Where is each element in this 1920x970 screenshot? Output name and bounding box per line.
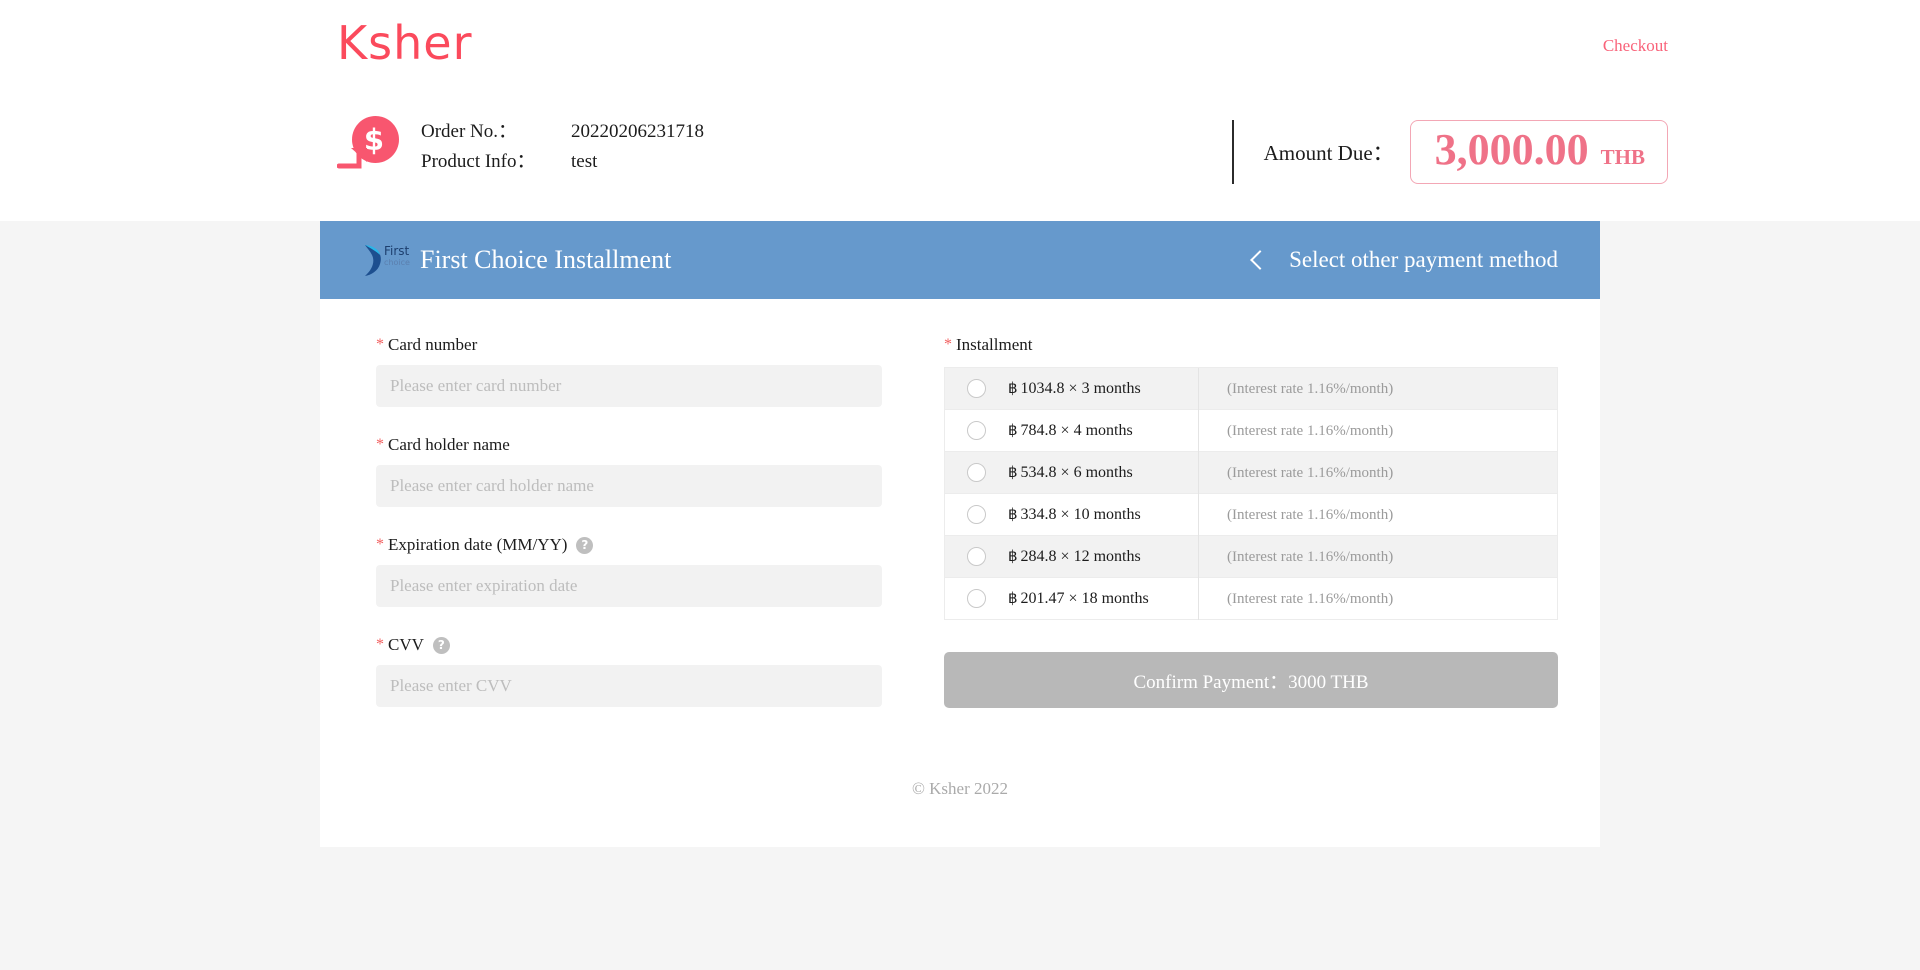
installment-amount: ฿ 334.8 × 10 months <box>1008 505 1141 523</box>
installment-interest-rate: (Interest rate 1.16%/month) <box>1198 451 1557 494</box>
payment-card: First choice First Choice Installment Se… <box>320 221 1600 847</box>
installment-radio[interactable] <box>967 421 986 440</box>
amount-due-value: 3,000.00 <box>1434 125 1589 174</box>
installment-amount: ฿ 284.8 × 12 months <box>1008 547 1141 565</box>
card-holder-input[interactable] <box>376 465 882 507</box>
payment-method-title: First Choice Installment <box>420 245 672 274</box>
first-choice-crescent-icon <box>365 245 381 276</box>
installment-options-list: ฿ 1034.8 × 3 months (Interest rate 1.16%/m… <box>944 367 1558 620</box>
installment-amount: ฿ 201.47 × 18 months <box>1008 589 1149 607</box>
installment-option-row[interactable]: ฿ 334.8 × 10 months (Interest rate 1.16%/m… <box>945 493 1557 536</box>
checkout-link[interactable]: Checkout <box>1603 36 1668 56</box>
baht-symbol-icon: ฿ <box>1008 505 1018 523</box>
expiration-label: * Expiration date (MM/YY) ? <box>376 535 882 555</box>
installment-interest-rate: (Interest rate 1.16%/month) <box>1198 535 1557 578</box>
installment-column: * Installment ฿ 1034.8 × 3 months (Interes… <box>922 335 1558 735</box>
card-number-input[interactable] <box>376 365 882 407</box>
cvv-label-text: CVV <box>388 635 424 654</box>
cvv-label: * CVV ? <box>376 635 882 655</box>
required-asterisk: * <box>376 436 384 453</box>
baht-symbol-icon: ฿ <box>1008 547 1018 565</box>
card-number-label: * Card number <box>376 335 882 355</box>
installment-radio[interactable] <box>967 547 986 566</box>
ksher-logo: Ksher <box>337 16 473 70</box>
top-band: Ksher Checkout $ Order No.： 202202062317… <box>0 0 1920 221</box>
installment-option-row[interactable]: ฿ 284.8 × 12 months (Interest rate 1.16%/m… <box>945 535 1557 578</box>
installment-amount: ฿ 784.8 × 4 months <box>1008 421 1133 439</box>
amount-due-box: 3,000.00 THB <box>1409 120 1668 185</box>
brand-bar: Ksher Checkout <box>0 0 1920 98</box>
installment-radio[interactable] <box>967 505 986 524</box>
expiration-help-icon[interactable]: ? <box>576 536 594 554</box>
first-choice-logo-line1: First <box>384 244 410 258</box>
installment-radio[interactable] <box>967 379 986 398</box>
order-no-value: 20220206231718 <box>571 121 704 142</box>
money-dollar-icon: $ <box>337 116 399 178</box>
baht-symbol-icon: ฿ <box>1008 589 1018 607</box>
baht-symbol-icon: ฿ <box>1008 463 1018 481</box>
required-asterisk: * <box>376 336 384 353</box>
order-no-row: Order No.： 20220206231718 <box>421 117 704 147</box>
card-body: * Card number * Card holder name * Expir… <box>320 299 1600 735</box>
product-info-label: Product Info： <box>421 151 536 172</box>
card-holder-label-text: Card holder name <box>388 435 510 454</box>
installment-option-row[interactable]: ฿ 201.47 × 18 months (Interest rate 1.16%/… <box>945 577 1557 620</box>
amount-due-block: Amount Due： 3,000.00 THB <box>1231 120 1668 185</box>
footer-copyright: © Ksher 2022 <box>911 779 1008 798</box>
cvv-help-icon[interactable]: ? <box>432 636 450 654</box>
installment-amount: ฿ 1034.8 × 3 months <box>1008 379 1141 397</box>
select-other-payment-method-link[interactable]: Select other payment method <box>1250 247 1558 273</box>
expiration-label-text: Expiration date (MM/YY) <box>388 535 568 554</box>
required-asterisk: * <box>944 336 952 353</box>
installment-amount: ฿ 534.8 × 6 months <box>1008 463 1133 481</box>
installment-option-row[interactable]: ฿ 1034.8 × 3 months (Interest rate 1.16%/m… <box>945 367 1557 410</box>
product-info-value: test <box>571 151 598 172</box>
amount-due-currency: THB <box>1600 145 1645 169</box>
confirm-payment-button[interactable]: Confirm Payment：3000 THB <box>944 652 1558 708</box>
cvv-input[interactable] <box>376 665 882 707</box>
baht-symbol-icon: ฿ <box>1008 379 1018 397</box>
vertical-divider <box>1231 120 1234 185</box>
chevron-left-icon <box>1250 250 1270 270</box>
required-asterisk: * <box>376 636 384 653</box>
expiration-input[interactable] <box>376 565 882 607</box>
installment-radio[interactable] <box>967 589 986 608</box>
installment-label-text: Installment <box>956 335 1033 354</box>
card-holder-label: * Card holder name <box>376 435 882 455</box>
arrow-up-right-icon <box>337 148 367 169</box>
product-info-row: Product Info： test <box>421 147 704 177</box>
select-other-payment-method-label: Select other payment method <box>1289 247 1558 272</box>
first-choice-logo-line2: choice <box>384 258 410 267</box>
installment-radio[interactable] <box>967 463 986 482</box>
installment-label: * Installment <box>944 335 1558 355</box>
installment-interest-rate: (Interest rate 1.16%/month) <box>1198 409 1557 452</box>
required-asterisk: * <box>376 536 384 553</box>
payment-method-header: First choice First Choice Installment Se… <box>320 221 1600 299</box>
installment-option-row[interactable]: ฿ 784.8 × 4 months (Interest rate 1.16%/mo… <box>945 409 1557 452</box>
order-no-label: Order No.： <box>421 121 518 142</box>
installment-interest-rate: (Interest rate 1.16%/month) <box>1198 367 1557 410</box>
card-number-label-text: Card number <box>388 335 478 354</box>
installment-interest-rate: (Interest rate 1.16%/month) <box>1198 493 1557 536</box>
card-form-column: * Card number * Card holder name * Expir… <box>362 335 922 735</box>
order-fields: Order No.： 20220206231718 Product Info： … <box>421 117 704 177</box>
order-details: $ Order No.： 20220206231718 Product Info… <box>337 116 704 178</box>
installment-interest-rate: (Interest rate 1.16%/month) <box>1198 577 1557 620</box>
order-summary-bar: $ Order No.： 20220206231718 Product Info… <box>0 98 1920 221</box>
baht-symbol-icon: ฿ <box>1008 421 1018 439</box>
amount-due-label: Amount Due： <box>1263 141 1394 166</box>
first-choice-logo-icon: First choice <box>362 243 410 277</box>
installment-option-row[interactable]: ฿ 534.8 × 6 months (Interest rate 1.16%/mo… <box>945 451 1557 494</box>
